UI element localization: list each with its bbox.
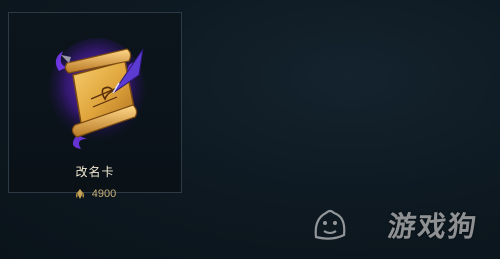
name-change-scroll-icon (49, 38, 145, 149)
store-item-card[interactable]: 改名卡 4900 (8, 12, 182, 200)
price-value: 4900 (91, 188, 117, 200)
item-price: 4900 (9, 188, 181, 200)
watermark-text: 游戏狗 (386, 210, 480, 243)
game-dog-logo-icon (314, 209, 346, 240)
item-name: 改名卡 (75, 165, 115, 179)
blue-essence-icon (75, 189, 84, 199)
